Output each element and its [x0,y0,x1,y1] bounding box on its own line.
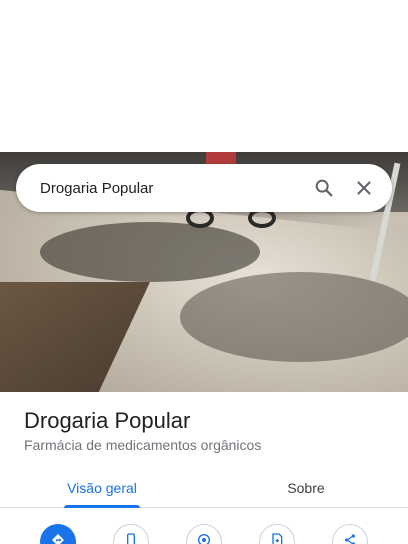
phone-icon [123,532,139,544]
location-icon [196,532,212,544]
place-tabs: Visão geral Sobre [0,468,408,508]
directions-button[interactable] [40,524,76,544]
location-button[interactable] [186,524,222,544]
directions-icon [50,532,66,544]
share-button[interactable] [332,524,368,544]
place-category: Farmácia de medicamentos orgânicos [24,437,262,453]
save-button[interactable] [259,524,295,544]
search-input[interactable]: Drogaria Popular [40,180,304,197]
photo-shade [40,222,260,282]
search-bar[interactable]: Drogaria Popular [16,164,392,212]
save-icon [269,532,285,544]
tab-overview[interactable]: Visão geral [0,468,204,508]
place-title: Drogaria Popular [24,408,191,433]
share-icon [342,532,358,544]
tab-about[interactable]: Sobre [204,468,408,507]
phone-button[interactable] [113,524,149,544]
close-icon[interactable] [344,168,384,208]
search-icon[interactable] [304,168,344,208]
photo-detail [206,152,236,164]
action-row [0,524,408,544]
photo-shade [180,272,408,362]
